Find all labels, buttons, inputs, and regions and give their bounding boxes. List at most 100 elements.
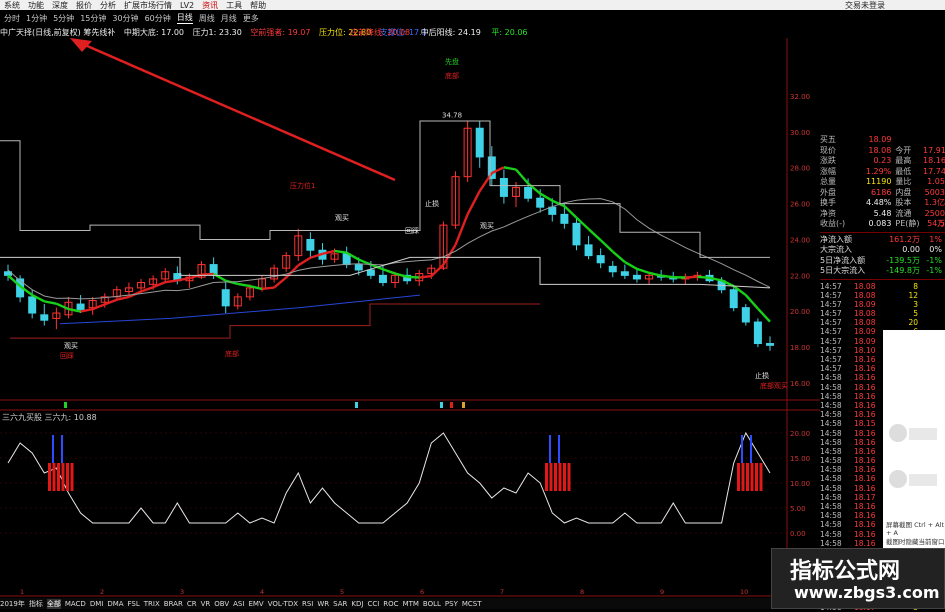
quote-label: 涨幅 (820, 167, 854, 178)
indicator-tab[interactable]: BRAR (164, 600, 183, 608)
year-label: 2019年 (0, 599, 25, 609)
time-axis-label: 2 (100, 588, 104, 596)
price-axis-label: 30.00 (790, 129, 810, 137)
annotation-arrowhead (70, 38, 92, 52)
period-tab[interactable]: 1分钟 (26, 13, 47, 24)
period-tab[interactable]: 更多 (243, 13, 259, 24)
indicator-tab[interactable]: WR (317, 600, 329, 608)
quote-label2: 内盘 (891, 188, 923, 199)
indicator-tab[interactable]: 指标 (29, 599, 43, 609)
quote-value2 (923, 135, 945, 146)
quote-value2: 1.3亿 (923, 198, 945, 209)
quote-value2: 54.5 (923, 219, 945, 230)
indicator-tab[interactable]: ROC (383, 600, 398, 608)
menu-item[interactable]: 分析 (100, 0, 116, 11)
indicator-tab[interactable]: CCI (367, 600, 379, 608)
indicator-tab[interactable]: ASI (233, 600, 244, 608)
quote-row: 现价18.08今开17.91 (820, 146, 945, 157)
tick-row: 14:5718.0812 (820, 291, 945, 300)
indicator-tab[interactable]: DMI (90, 600, 104, 608)
tick-volume: 20 (894, 318, 918, 327)
quote-label: 总量 (820, 177, 854, 188)
menu-item[interactable]: 扩展市场行情 (124, 0, 172, 11)
screenshot-menu-item[interactable]: 屏幕截图 Ctrl + Alt + A (886, 519, 945, 537)
quote-value2: 5003 (923, 188, 945, 199)
indicator-tab[interactable]: PSY (445, 600, 458, 608)
candle-body (41, 315, 48, 320)
indicator-tab[interactable]: EMV (248, 600, 263, 608)
period-tab[interactable]: 15分钟 (80, 13, 106, 24)
hide-window-menu-item[interactable]: 截图时隐藏当前窗口 (886, 536, 945, 546)
candle-body (525, 187, 532, 198)
menu-item[interactable]: 帮助 (250, 0, 266, 11)
ma-line-segment (456, 214, 468, 245)
candle-body (561, 214, 568, 223)
menu-item[interactable]: 资讯 (202, 0, 218, 11)
period-tab[interactable]: 分时 (4, 13, 20, 24)
indicator-tab[interactable]: TRIX (144, 600, 160, 608)
quote-label: 买五 (820, 135, 854, 146)
ma-line-segment (661, 276, 673, 277)
time-axis-label: 5 (340, 588, 344, 596)
tick-row: 14:5718.0820 (820, 318, 945, 327)
period-tab[interactable]: 5分钟 (53, 13, 74, 24)
ma-line-segment (431, 265, 443, 276)
period-tab[interactable]: 30分钟 (112, 13, 138, 24)
ma-line-segment (383, 269, 395, 273)
period-tab[interactable]: 60分钟 (145, 13, 171, 24)
quote-label: 现价 (820, 146, 854, 157)
indicator-tab[interactable]: OBV (214, 600, 229, 608)
indicator-tab[interactable]: DMA (107, 600, 123, 608)
menu-item[interactable]: 功能 (28, 0, 44, 11)
signal-tag: 回踩 (60, 352, 74, 360)
quote-label2: 股本 (891, 198, 923, 209)
indicator-tab[interactable]: CR (187, 600, 197, 608)
trade-login-status[interactable]: 交易未登录 (845, 0, 885, 11)
menu-item[interactable]: 系统 (4, 0, 20, 11)
marker-bar (462, 402, 465, 408)
ma-line-segment (335, 251, 347, 253)
period-tab[interactable]: 周线 (199, 13, 215, 24)
ma-line-segment (298, 258, 310, 266)
indicator-tab[interactable]: BOLL (423, 600, 441, 608)
ma-line-segment (468, 191, 480, 214)
quote-label: 涨跌 (820, 156, 854, 167)
time-axis-label: 6 (420, 588, 424, 596)
menu-item[interactable]: 深度 (52, 0, 68, 11)
candle-body (222, 290, 229, 306)
red-line2-value: 庄前降线: 20.08 (350, 28, 410, 37)
indicator-tab[interactable]: MTM (403, 600, 419, 608)
indicator-tab[interactable]: RSI (302, 600, 313, 608)
indicator-tab[interactable]: MCST (462, 600, 482, 608)
stock-title: 中广天择(日线,前复权) 筹先线补 (0, 28, 115, 37)
period-tab[interactable]: 月线 (221, 13, 237, 24)
menu-item[interactable]: 报价 (76, 0, 92, 11)
quote-value: 4.48% (854, 198, 892, 209)
kline-chart[interactable]: 32.0030.0028.0026.0024.0022.0020.0018.00… (0, 38, 820, 598)
tick-time: 14:58 (820, 511, 854, 520)
quote-row: 换手4.48%股本1.3亿 (820, 198, 945, 209)
flow-value: 161.2万 (876, 235, 920, 246)
quote-row: 涨幅1.29%最低17.74 (820, 167, 945, 178)
period-tab[interactable]: 日线 (177, 12, 193, 24)
menu-item[interactable]: LV2 (180, 1, 194, 10)
indicator-tab[interactable]: SAR (333, 600, 347, 608)
indicator-tab[interactable]: VOL-TDX (268, 600, 298, 608)
candle-body (549, 207, 556, 214)
indicator-tab[interactable]: 全部 (47, 599, 61, 609)
indicator-tab[interactable]: VR (201, 600, 211, 608)
indicator-tab[interactable]: FSL (128, 600, 140, 608)
indicator-tab[interactable]: MACD (65, 600, 86, 608)
marker-bar (450, 402, 453, 408)
mid-line-value: 中后阳线: 24.19 (421, 28, 481, 37)
flow-pct: 0% (920, 245, 942, 256)
indicator-tab[interactable]: KDJ (351, 600, 363, 608)
signal-bar (559, 463, 562, 491)
tick-row: 14:5718.085 (820, 309, 945, 318)
menu-item[interactable]: 工具 (226, 0, 242, 11)
period-bar: 分时 1分钟 5分钟 15分钟 30分钟 60分钟日线周线月线更多 (0, 12, 535, 24)
quote-value2: 17.91 (923, 146, 945, 157)
time-axis-label: 9 (660, 588, 664, 596)
quote-value: 1.29% (854, 167, 892, 178)
ma-line-segment (589, 229, 601, 240)
